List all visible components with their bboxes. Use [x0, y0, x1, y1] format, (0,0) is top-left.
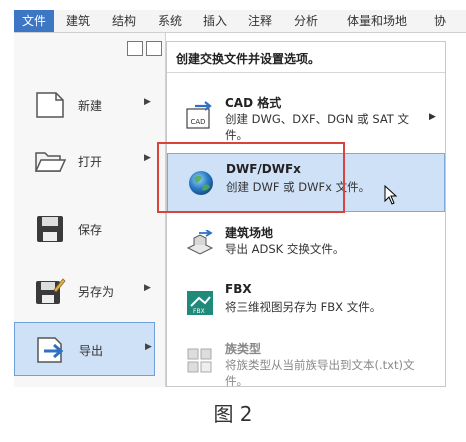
menu-label-save: 保存 [78, 223, 103, 237]
open-folder-icon [34, 152, 66, 172]
tab-analyze[interactable]: 分析 [286, 10, 326, 32]
tab-annotate[interactable]: 注释 [240, 10, 280, 32]
submenu-item-title: CAD 格式 [225, 96, 282, 110]
tab-collaborate[interactable]: 协 [426, 10, 454, 32]
menu-item-save[interactable]: 保存 [14, 202, 155, 256]
tab-insert[interactable]: 插入 [195, 10, 235, 32]
submenu-item-fbx[interactable]: FBX FBX 将三维视图另存为 FBX 文件。 [167, 274, 445, 334]
cad-icon: CAD [186, 101, 212, 129]
family-types-icon [187, 348, 212, 373]
figure-caption: 图 2 [213, 402, 253, 426]
tab-massing-site[interactable]: 体量和场地 [334, 10, 420, 32]
menu-label-export: 导出 [79, 344, 104, 358]
submenu-item-cad-formats[interactable]: CAD CAD 格式 创建 DWG、DXF、DGN 或 SAT 文件。 ▶ [167, 86, 445, 146]
recent-documents-icon[interactable] [127, 41, 143, 56]
open-documents-icon[interactable] [146, 41, 162, 56]
menu-label-new: 新建 [78, 99, 103, 113]
tab-architecture[interactable]: 建筑 [58, 10, 98, 32]
fbx-icon: FBX [187, 291, 213, 315]
submenu-item-desc: 创建 DWG、DXF、DGN 或 SAT 文件。 [225, 112, 409, 142]
export-icon [37, 337, 64, 363]
submenu-item-title: 建筑场地 [225, 226, 274, 240]
menu-item-export[interactable]: 导出 ▶ [14, 322, 155, 376]
view-toggle-icons [127, 41, 163, 57]
ribbon-tab-bar: 文件 建筑 结构 系统 插入 注释 分析 体量和场地 协 [14, 10, 466, 33]
save-as-icon [36, 278, 66, 304]
chevron-right-icon: ▶ [145, 342, 152, 352]
chevron-right-icon: ▶ [144, 153, 151, 163]
chevron-right-icon: ▶ [144, 97, 151, 107]
chevron-right-icon: ▶ [429, 112, 436, 122]
submenu-item-desc: 将族类型从当前族导出到文本(.txt)文件。 [225, 358, 415, 388]
export-submenu: 创建交换文件并设置选项。 CAD CAD 格式 创建 DWG、DXF、DGN 或… [166, 41, 446, 388]
submenu-item-title: FBX [225, 282, 252, 296]
tab-file[interactable]: 文件 [14, 10, 54, 32]
menu-label-save-as: 另存为 [78, 285, 115, 299]
menu-item-save-as[interactable]: 另存为 ▶ [14, 264, 155, 318]
mouse-pointer-icon [384, 185, 398, 205]
chevron-right-icon: ▶ [144, 283, 151, 293]
submenu-header: 创建交换文件并设置选项。 [176, 52, 321, 66]
tab-structure[interactable]: 结构 [104, 10, 144, 32]
save-disk-icon [37, 216, 63, 242]
svg-text:CAD: CAD [190, 118, 205, 126]
highlight-annotation-box [157, 142, 345, 213]
tab-systems[interactable]: 系统 [150, 10, 190, 32]
svg-text:FBX: FBX [193, 308, 205, 315]
submenu-item-title: 族类型 [225, 342, 262, 356]
divider [167, 72, 445, 73]
site-icon [186, 230, 214, 255]
menu-item-new[interactable]: 新建 ▶ [14, 78, 155, 132]
submenu-item-desc: 导出 ADSK 交换文件。 [225, 242, 345, 256]
submenu-item-desc: 将三维视图另存为 FBX 文件。 [225, 300, 382, 314]
submenu-item-building-site[interactable]: 建筑场地 导出 ADSK 交换文件。 [167, 216, 445, 276]
menu-label-open: 打开 [78, 155, 103, 169]
new-file-icon [36, 92, 64, 118]
submenu-item-family-types[interactable]: 族类型 将族类型从当前族导出到文本(.txt)文件。 [167, 332, 445, 388]
menu-item-open[interactable]: 打开 ▶ [14, 134, 155, 188]
